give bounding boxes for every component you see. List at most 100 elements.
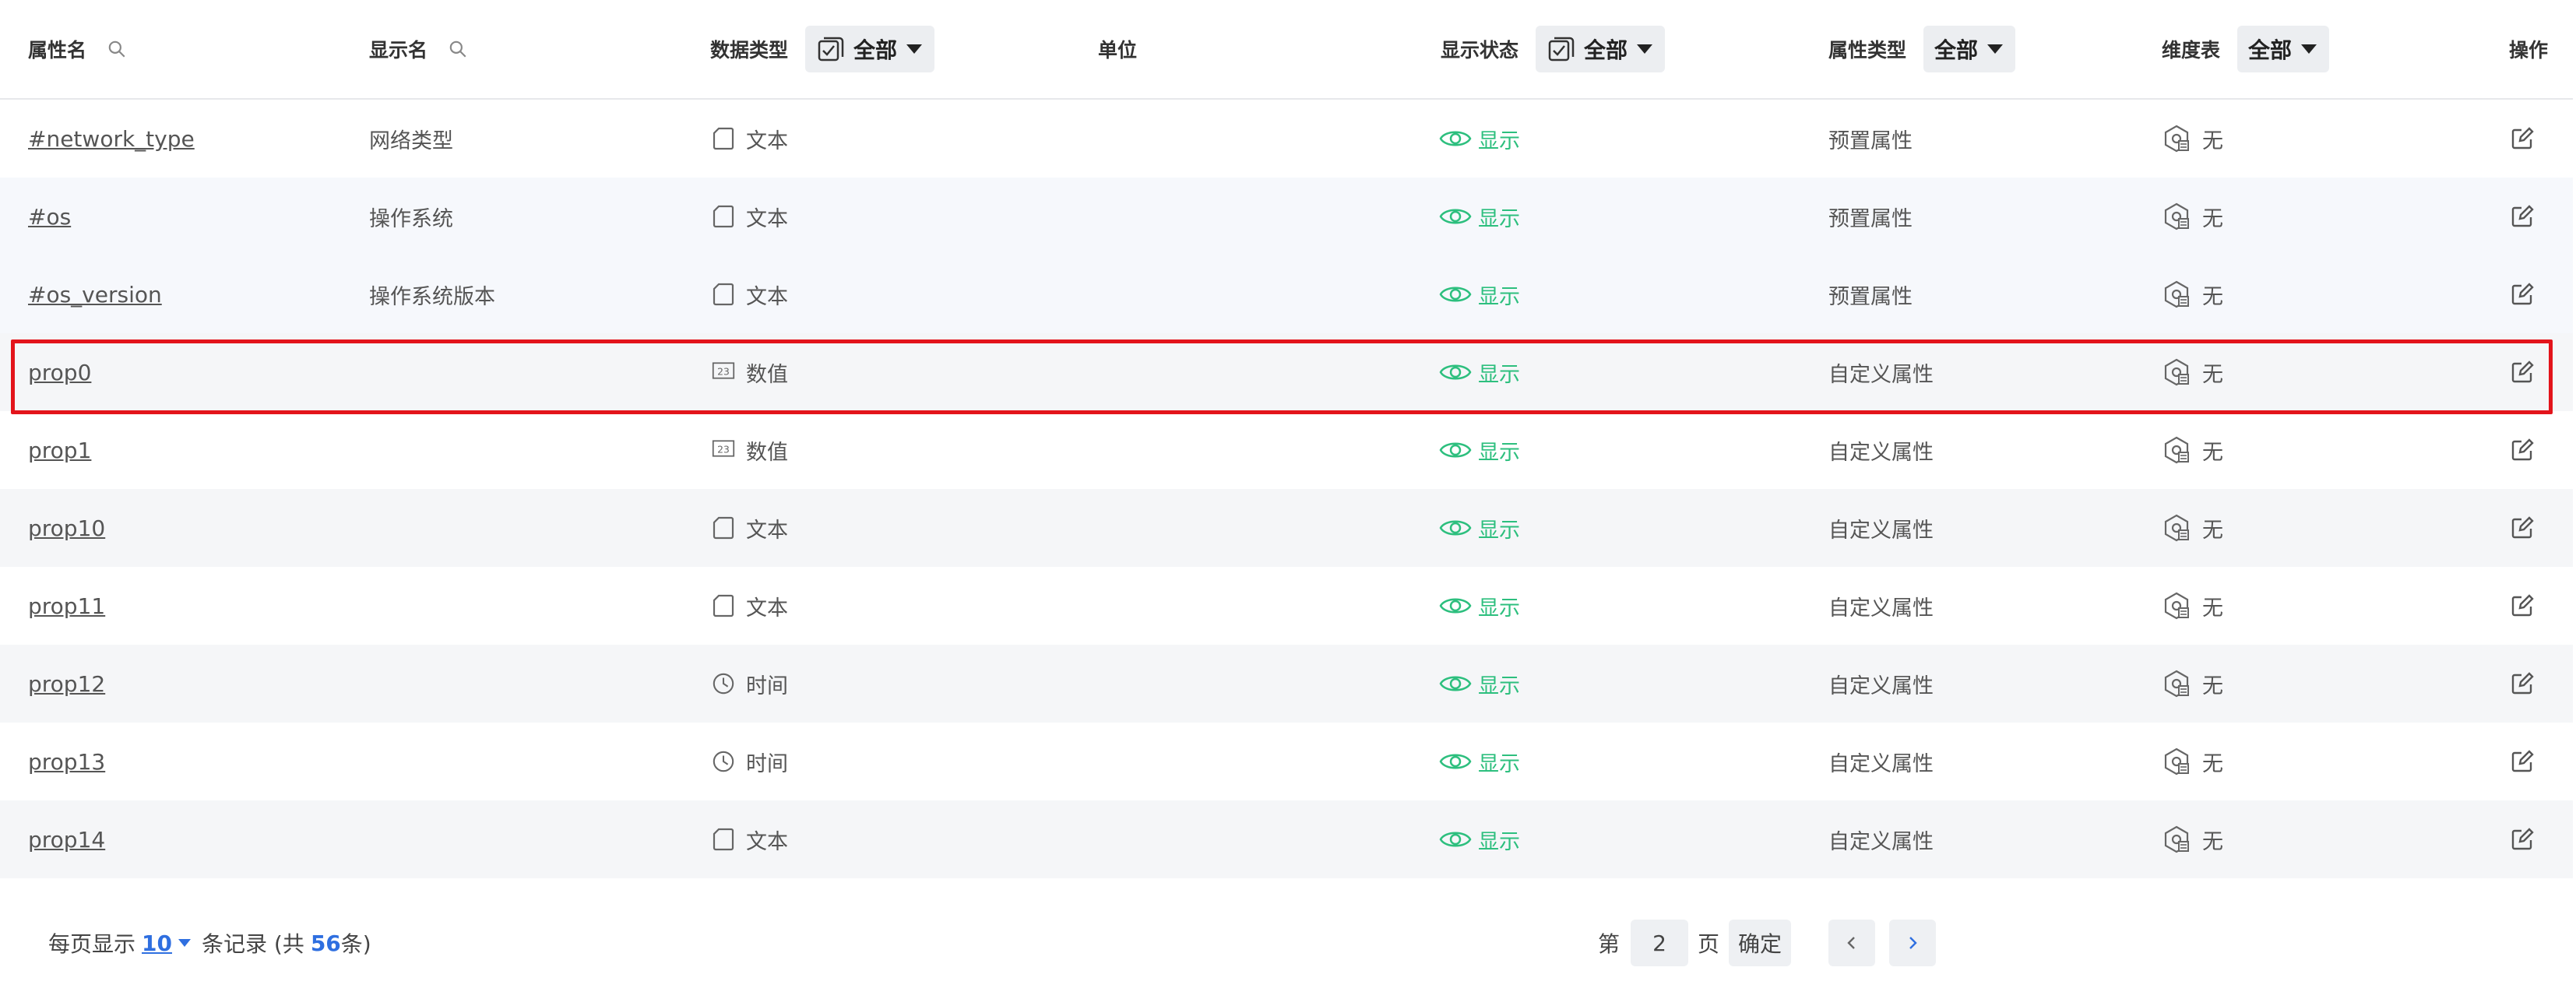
attr-type-label: 自定义属性	[1828, 440, 1934, 465]
caret-down-icon	[1987, 44, 2004, 54]
attr-name-link[interactable]: #network_type	[28, 126, 195, 152]
dimension-table-icon	[2162, 280, 2191, 309]
attr-name-link[interactable]: prop11	[28, 593, 105, 619]
data-type-label: 文本	[746, 284, 788, 309]
attr-name-link[interactable]: prop12	[28, 671, 105, 697]
dim-filter-dropdown[interactable]: 全部	[2237, 26, 2330, 72]
caret-down-icon[interactable]	[178, 939, 191, 947]
table-row: #os_version 操作系统版本 文本 显示 预置属性 无	[0, 255, 2573, 333]
edit-icon[interactable]	[2511, 127, 2534, 150]
status-label: 显示	[1478, 206, 1520, 231]
dimension-value: 无	[2202, 128, 2223, 153]
edit-icon[interactable]	[2511, 205, 2534, 228]
attr-name-link[interactable]: prop1	[28, 438, 91, 463]
attr-name-link[interactable]: prop10	[28, 515, 105, 541]
page-size-info: 每页显示 10 条记录 (共 56 条)	[48, 880, 371, 1006]
attr-name-link[interactable]: #os_version	[28, 282, 162, 308]
edit-icon[interactable]	[2511, 438, 2534, 462]
caret-down-icon	[906, 44, 923, 54]
caret-down-icon	[2301, 44, 2317, 54]
table-row: prop12 时间 显示 自定义属性 无	[0, 645, 2573, 723]
dimension-value: 无	[2202, 829, 2223, 854]
clock-icon	[712, 749, 735, 774]
header-dim: 维度表 全部	[2162, 0, 2330, 98]
edit-icon[interactable]	[2511, 283, 2534, 306]
status-filter-dropdown[interactable]: 全部	[1536, 26, 1666, 72]
total-suffix: 条)	[340, 931, 371, 957]
page-input[interactable]: 2	[1631, 920, 1689, 966]
edit-icon[interactable]	[2511, 828, 2534, 851]
attr-type-label: 预置属性	[1828, 206, 1913, 231]
attr-type-label: 预置属性	[1828, 284, 1913, 309]
page-suffix: 页	[1698, 931, 1720, 957]
data-type-label: 文本	[746, 206, 788, 231]
dimension-value: 无	[2202, 362, 2223, 387]
attr-name-link[interactable]: prop0	[28, 360, 91, 385]
table-row: prop0 23 数值 显示 自定义属性 无	[0, 333, 2573, 411]
display-name: 操作系统版本	[369, 284, 495, 309]
header-status: 显示状态 全部	[1441, 0, 1666, 98]
page-size-select[interactable]: 10	[142, 930, 172, 956]
status-label: 显示	[1478, 751, 1520, 776]
attr-type-label: 自定义属性	[1828, 362, 1934, 387]
text-icon	[712, 827, 735, 852]
header-unit-label: 单位	[1098, 39, 1138, 62]
status-label: 显示	[1478, 362, 1520, 387]
eye-icon	[1439, 127, 1472, 150]
dimension-value: 无	[2202, 518, 2223, 543]
type-filter-dropdown[interactable]: 全部	[805, 26, 935, 72]
status-label: 显示	[1478, 284, 1520, 309]
eye-icon	[1439, 672, 1472, 695]
edit-icon[interactable]	[2511, 361, 2534, 384]
per-page-label: 每页显示	[48, 931, 136, 957]
table-header: 属性名 显示名 数据类型 全部 单位 显示状态 全部 属性类型 全部 维度表 全…	[0, 0, 2573, 100]
attr-type-label: 自定义属性	[1828, 674, 1934, 698]
edit-icon[interactable]	[2511, 516, 2534, 540]
prev-page-button[interactable]	[1828, 920, 1876, 966]
dimension-table-icon	[2162, 747, 2191, 776]
text-icon	[712, 593, 735, 618]
attr-type-label: 自定义属性	[1828, 829, 1934, 854]
status-filter-value: 全部	[1584, 37, 1628, 63]
next-page-button[interactable]	[1889, 920, 1937, 966]
attr-type-label: 自定义属性	[1828, 751, 1934, 776]
attr-type-filter-dropdown[interactable]: 全部	[1923, 26, 2016, 72]
edit-icon[interactable]	[2511, 750, 2534, 773]
table-row: #os 操作系统 文本 显示 预置属性 无	[0, 178, 2573, 255]
dimension-value: 无	[2202, 751, 2223, 776]
search-icon[interactable]	[107, 39, 127, 59]
status-label: 显示	[1478, 518, 1520, 543]
header-name-label: 属性名	[28, 39, 87, 62]
page-jump: 第 2 页 确定	[1598, 880, 1937, 1006]
multi-select-icon	[1547, 33, 1578, 65]
edit-icon[interactable]	[2511, 594, 2534, 617]
table-row: prop13 时间 显示 自定义属性 无	[0, 723, 2573, 800]
attr-name-link[interactable]: #os	[28, 204, 71, 230]
confirm-button[interactable]: 确定	[1729, 920, 1792, 966]
header-status-label: 显示状态	[1441, 39, 1519, 62]
table-row: prop14 文本 显示 自定义属性 无	[0, 800, 2573, 878]
display-name: 网络类型	[369, 128, 453, 153]
chevron-left-icon	[1847, 937, 1855, 949]
dimension-table-icon	[2162, 513, 2191, 543]
number-icon: 23	[712, 438, 735, 463]
attr-name-link[interactable]: prop13	[28, 749, 105, 775]
data-type-label: 文本	[746, 128, 788, 153]
caret-down-icon	[1637, 44, 1653, 54]
header-dim-label: 维度表	[2162, 39, 2221, 62]
attr-name-link[interactable]: prop14	[28, 827, 105, 853]
page-prefix: 第	[1598, 931, 1621, 957]
dimension-table-icon	[2162, 357, 2191, 387]
dimension-table-icon	[2162, 202, 2191, 231]
edit-icon[interactable]	[2511, 672, 2534, 695]
svg-text:23: 23	[717, 444, 730, 455]
dimension-value: 无	[2202, 674, 2223, 698]
dimension-table-icon	[2162, 825, 2191, 854]
search-icon[interactable]	[448, 39, 468, 59]
data-type-label: 数值	[746, 362, 788, 387]
svg-text:23: 23	[717, 366, 730, 377]
data-type-label: 文本	[746, 518, 788, 543]
dimension-value: 无	[2202, 284, 2223, 309]
table-row: prop11 文本 显示 自定义属性 无	[0, 567, 2573, 645]
header-display: 显示名	[369, 0, 468, 98]
